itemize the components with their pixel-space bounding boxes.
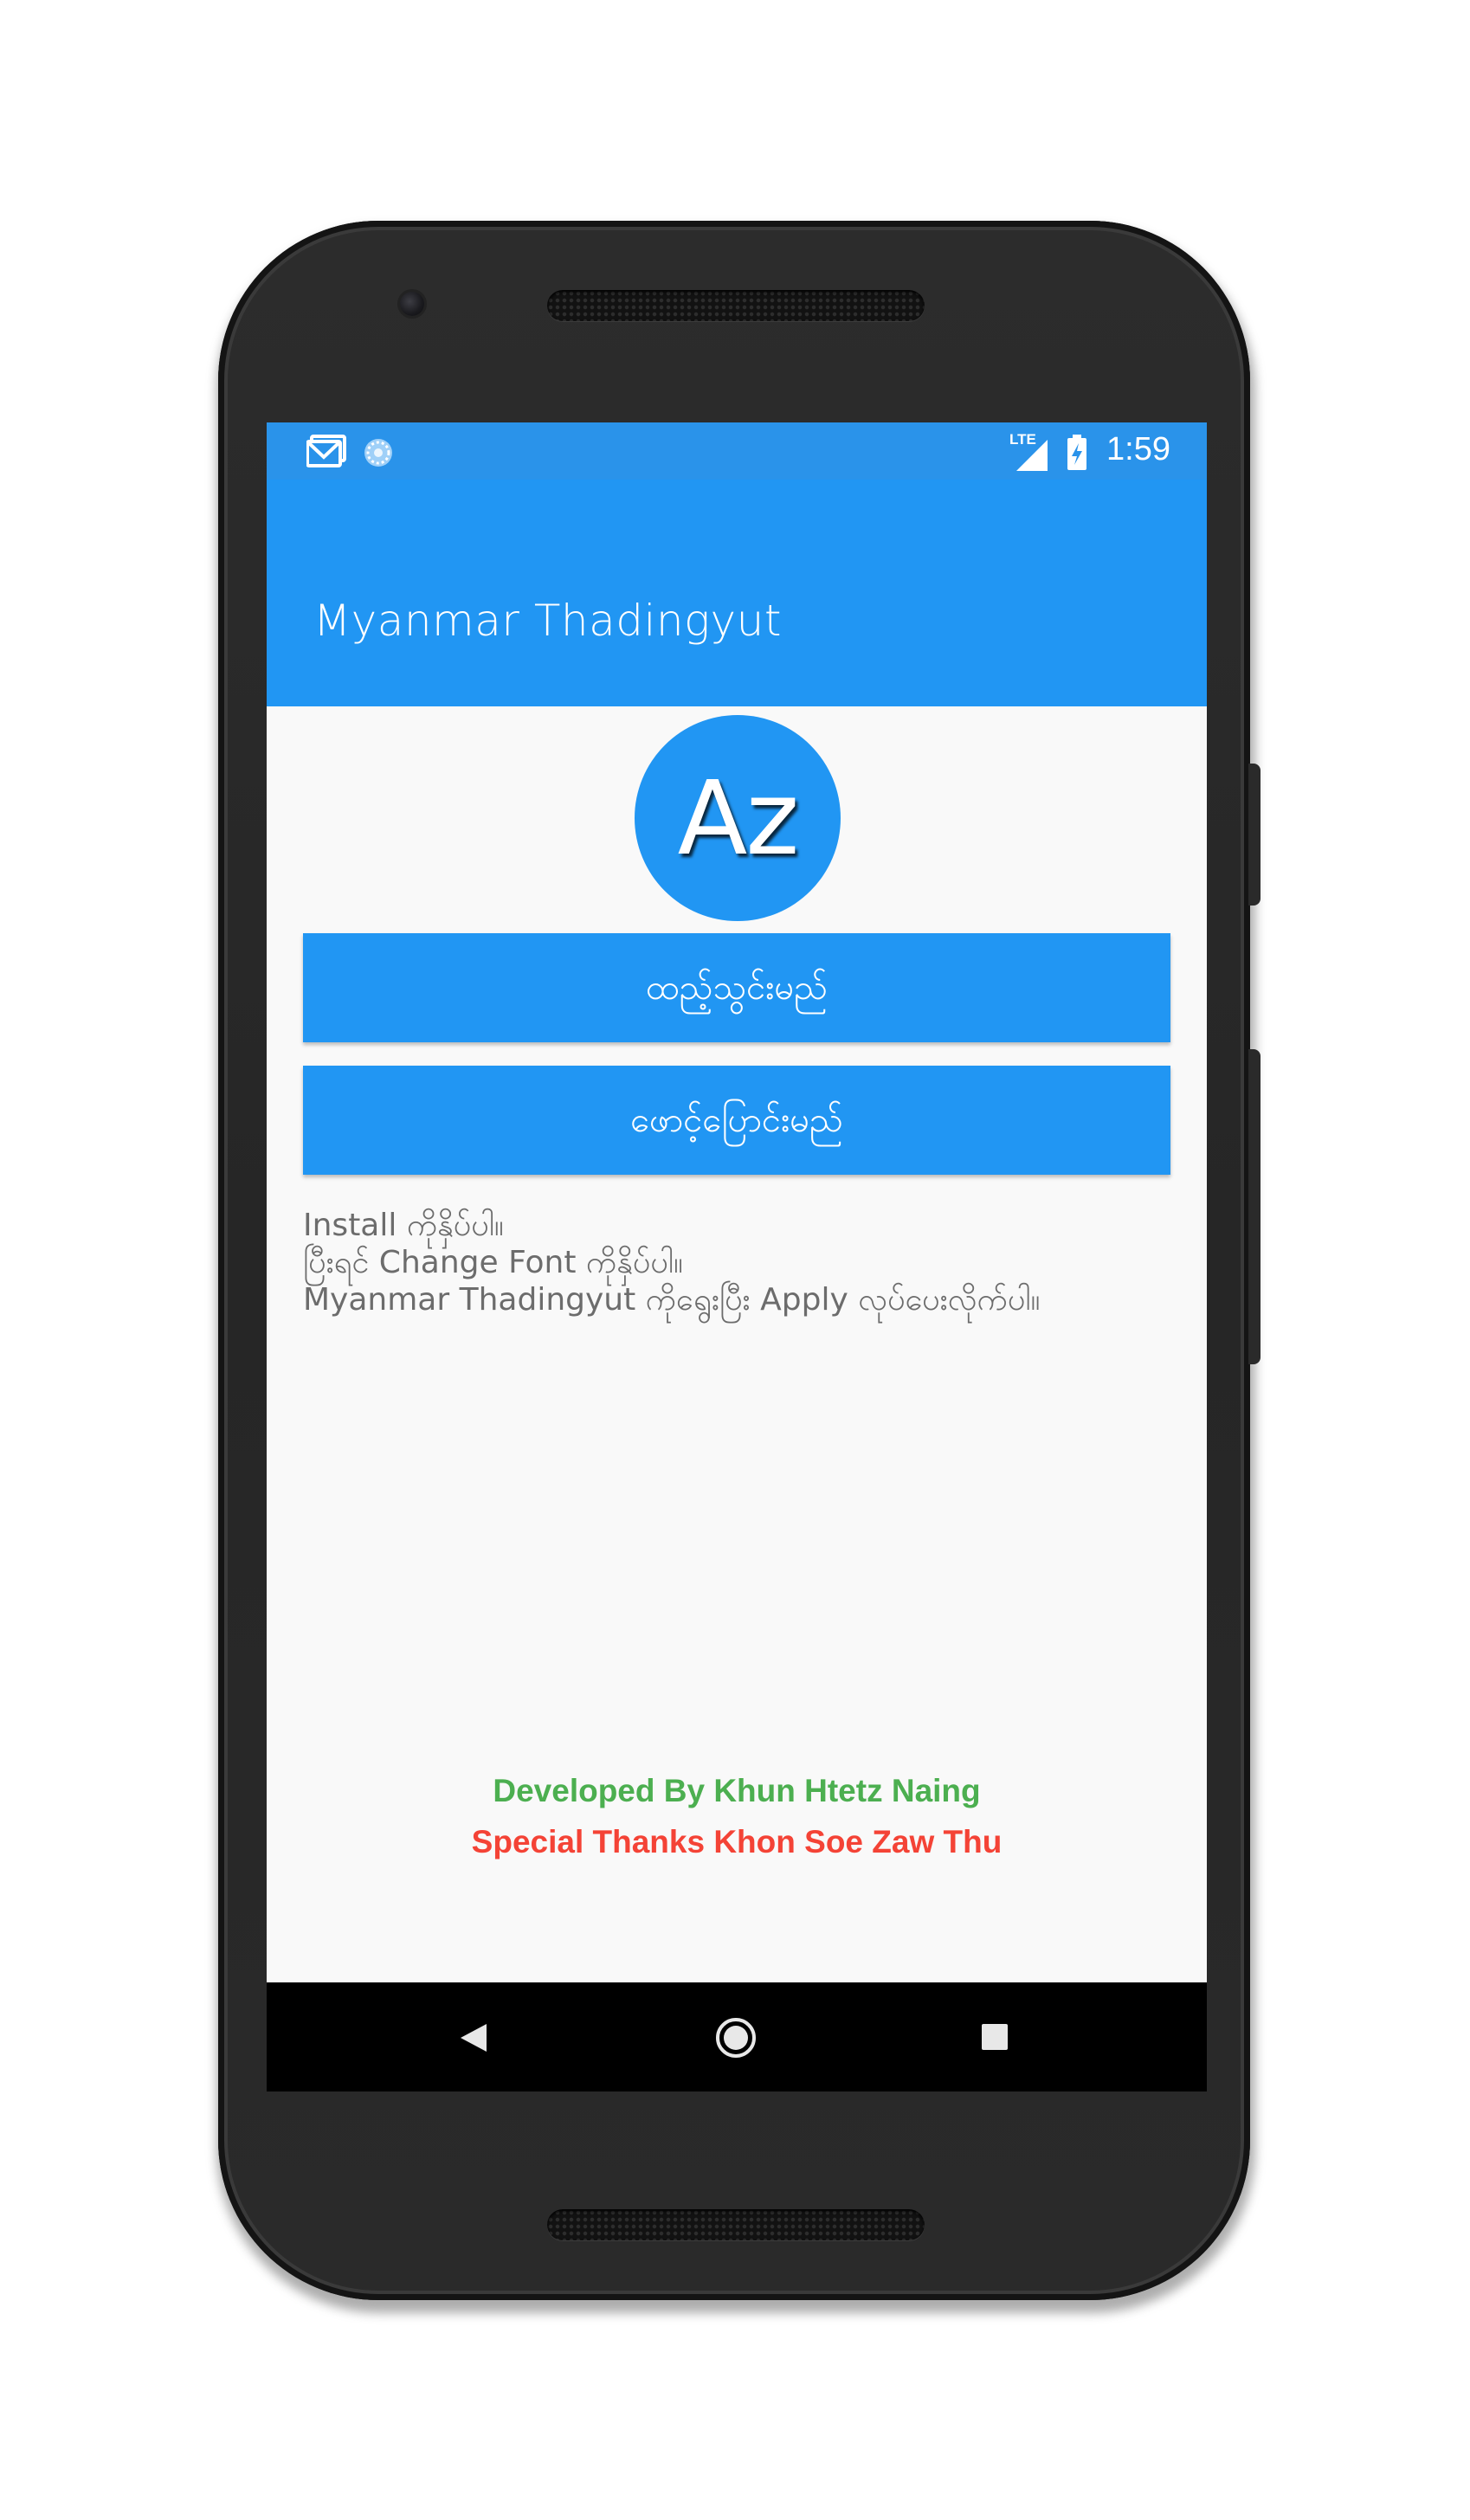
status-time: 1:59 — [1106, 431, 1170, 467]
loading-icon — [362, 436, 395, 473]
status-bar: LTE 1:59 — [267, 422, 1207, 480]
back-icon[interactable] — [459, 2022, 488, 2057]
app-bar: Myanmar Thadingyut — [267, 480, 1207, 706]
instructions-text: Install ကိုနှိပ်ပါ။ ပြီးရင် Change Font … — [303, 1207, 1040, 1318]
power-button — [1248, 764, 1260, 906]
battery-charging-icon — [1067, 435, 1087, 474]
thanks-credit: Special Thanks Khon Soe Zaw Thu — [471, 1824, 1003, 1859]
app-screen: LTE 1:59 Myanmar Thadingyut Az ထည့်သွင်း… — [267, 422, 1207, 2091]
top-speaker-grille — [547, 290, 925, 321]
device-mockup: LTE 1:59 Myanmar Thadingyut Az ထည့်သွင်း… — [0, 0, 1470, 2520]
developer-credit: Developed By Khun Htetz Naing — [493, 1773, 981, 1808]
install-button[interactable]: ထည့်သွင်းမည် — [303, 933, 1170, 1042]
volume-button — [1248, 1049, 1260, 1364]
app-logo: Az — [635, 715, 841, 921]
recents-icon[interactable] — [981, 2023, 1009, 2054]
instruction-line: ပြီးရင် Change Font ကိုနှိပ်ပါ။ — [303, 1245, 683, 1280]
navigation-bar — [267, 1982, 1207, 2091]
instruction-line: Myanmar Thadingyut ကိုရွေးပြီး Apply လုပ… — [303, 1282, 1041, 1318]
change-font-button[interactable]: ဖောင့်ပြောင်းမည် — [303, 1066, 1170, 1175]
signal-icon — [1013, 438, 1049, 476]
app-logo-text: Az — [677, 758, 800, 878]
front-camera — [400, 292, 424, 316]
home-icon[interactable] — [714, 2016, 758, 2063]
instruction-line: Install ကိုနှိပ်ပါ။ — [303, 1208, 504, 1243]
page-title: Myanmar Thadingyut — [313, 596, 782, 646]
bottom-speaker-grille — [547, 2209, 925, 2240]
gmail-icon — [306, 435, 346, 471]
